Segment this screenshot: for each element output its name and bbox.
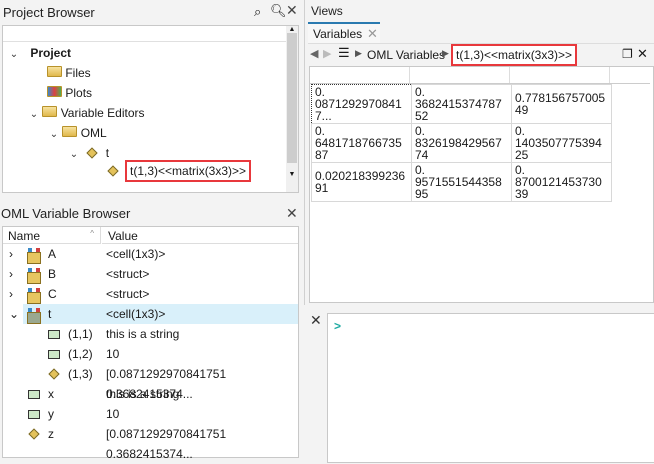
struct-icon: [27, 268, 41, 284]
grid-cell[interactable]: 0. 648171876673587: [311, 123, 412, 163]
close-tab-icon[interactable]: ✕: [367, 26, 378, 42]
grid-cell[interactable]: 0. 08712929708417...: [311, 84, 412, 124]
folder-icon: [47, 66, 62, 77]
back-icon[interactable]: ◀: [310, 47, 318, 60]
tab-variables[interactable]: Variables ✕: [308, 22, 380, 44]
table-row-selected[interactable]: ⌄ t <cell(1x3)>: [9, 304, 298, 324]
table-row[interactable]: › C <struct>: [3, 284, 298, 304]
column-header-value[interactable]: Value: [102, 227, 298, 244]
restore-icon[interactable]: ❐: [622, 47, 633, 61]
matrix-grid: 0. 08712929708417... 0. 368241537478752 0.…: [309, 66, 654, 303]
grid-cell[interactable]: 0. 957155154435895: [411, 162, 512, 202]
column-header-name[interactable]: Name ^: [3, 227, 101, 244]
tree-item-plots[interactable]: Plots: [47, 86, 92, 100]
table-row[interactable]: z [0.0871292970841751 0.3682415374...: [3, 424, 298, 461]
breadcrumb-separator-icon: ▶: [442, 48, 449, 58]
tree-item-project[interactable]: ⌄ Project: [9, 46, 71, 60]
matrix-table: 0. 08712929708417... 0. 368241537478752 0.…: [311, 84, 612, 202]
struct-icon: [27, 288, 41, 304]
breadcrumb-oml-variables[interactable]: OML Variables: [367, 48, 445, 62]
cell-icon: [27, 308, 41, 324]
table-row[interactable]: › A <cell(1x3)>: [3, 244, 298, 264]
table-row[interactable]: x this is a string: [3, 384, 298, 404]
grid-cell[interactable]: 0. 832619842956774: [411, 123, 512, 163]
tree-item-variable-editors[interactable]: ⌄ Variable Editors: [29, 106, 145, 120]
matrix-icon: [107, 165, 119, 177]
scalar-icon: [48, 350, 60, 359]
variable-table: Name ^ Value › A <cell(1x3)> › B <struct> › C <…: [2, 226, 299, 461]
folder-icon: [42, 106, 58, 117]
scalar-icon: [28, 410, 40, 419]
breadcrumb-separator-icon: ▶: [355, 48, 362, 58]
string-icon: [48, 330, 60, 339]
close-icon[interactable]: ✕: [637, 46, 648, 62]
binoculars-icon[interactable]: ⌕: [254, 4, 261, 20]
grid-cell[interactable]: 0.77815675700549: [511, 84, 612, 124]
plots-icon: [47, 86, 62, 97]
table-row[interactable]: (1,1) this is a string: [3, 324, 298, 344]
folder-icon: [62, 126, 78, 137]
chevron-right-icon[interactable]: ›: [9, 284, 13, 304]
close-icon[interactable]: ✕: [286, 205, 298, 222]
table-row[interactable]: (1,2) 10: [3, 344, 298, 364]
chevron-right-icon[interactable]: ›: [9, 264, 13, 284]
matrix-icon: [48, 368, 60, 380]
list-icon[interactable]: ☰: [338, 45, 350, 61]
tree-item-files[interactable]: Files: [47, 66, 91, 80]
chevron-right-icon[interactable]: ›: [9, 244, 13, 264]
grid-cell[interactable]: 0. 870012145373039: [511, 162, 612, 202]
close-icon[interactable]: ✕: [286, 2, 298, 19]
matrix-icon: [28, 428, 40, 440]
string-icon: [28, 390, 40, 399]
close-icon[interactable]: ✕: [310, 312, 322, 329]
variable-browser-title: OML Variable Browser: [1, 206, 131, 221]
table-row[interactable]: (1,3) [0.0871292970841751 0.3682415374...: [3, 364, 298, 401]
matrix-icon: [86, 147, 99, 159]
project-browser-title: Project Browser: [3, 5, 95, 20]
chevron-down-icon[interactable]: ⌄: [9, 304, 19, 324]
cell-icon: [27, 248, 41, 264]
grid-cell[interactable]: 0. 368241537478752: [411, 84, 512, 124]
breadcrumb-current[interactable]: t(1,3)<<matrix(3x3)>>: [451, 44, 578, 66]
forward-icon[interactable]: ▶: [323, 47, 331, 60]
scrollbar[interactable]: ▲ ▼: [286, 26, 298, 192]
search-icon[interactable]: 🔍︎: [270, 3, 287, 19]
command-console[interactable]: >: [327, 313, 654, 463]
tree-item-t-1-3[interactable]: t(1,3)<<matrix(3x3)>>: [107, 160, 252, 182]
tree-item-t[interactable]: ⌄ t: [69, 146, 109, 160]
grid-cell[interactable]: 0. 140350777539425: [511, 123, 612, 163]
console-prompt: >: [334, 319, 342, 333]
table-row[interactable]: y 10: [3, 404, 298, 424]
grid-cell[interactable]: 0.02021839923691: [311, 162, 412, 202]
table-row[interactable]: › B <struct>: [3, 264, 298, 284]
views-title: Views: [311, 4, 343, 18]
project-tree: ▲ ▼ ⌄ Project Files Plots ⌄ Variable Edi…: [2, 25, 299, 193]
tree-item-oml[interactable]: ⌄ OML: [49, 126, 107, 140]
